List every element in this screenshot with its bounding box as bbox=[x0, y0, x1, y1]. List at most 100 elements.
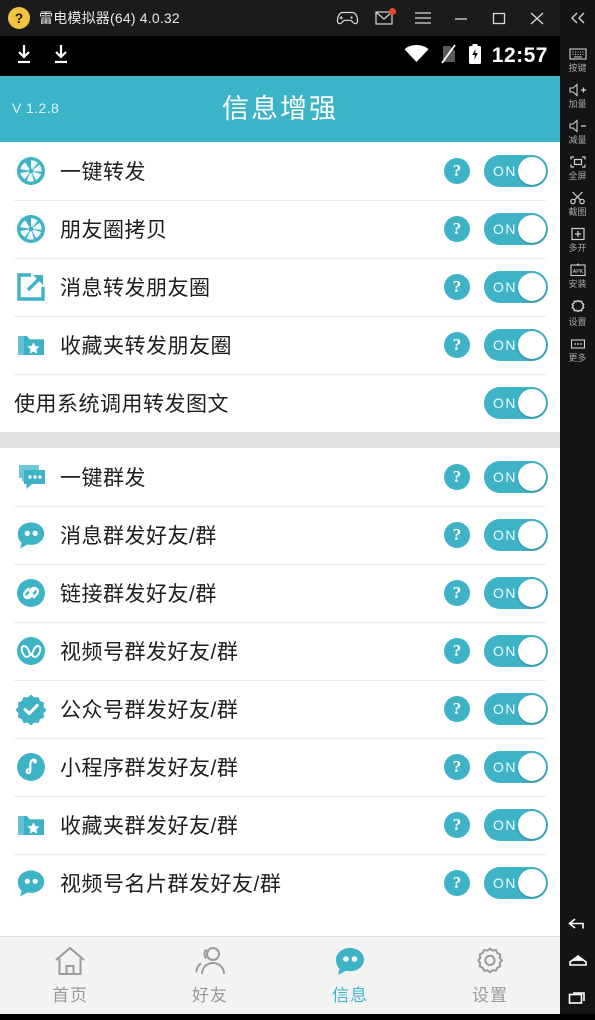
toggle-state-label: ON bbox=[493, 527, 517, 543]
menu-icon[interactable] bbox=[404, 3, 442, 33]
app-logo-icon bbox=[8, 7, 30, 29]
help-icon[interactable]: ? bbox=[444, 522, 470, 548]
close-icon[interactable] bbox=[518, 3, 556, 33]
sidebar-item-volume-down[interactable]: 减量 bbox=[560, 114, 595, 150]
toggle-switch[interactable]: ON bbox=[484, 867, 548, 899]
help-icon[interactable]: ? bbox=[444, 638, 470, 664]
keyboard-icon bbox=[568, 48, 587, 60]
aperture-icon bbox=[14, 212, 48, 246]
help-icon[interactable]: ? bbox=[444, 812, 470, 838]
help-icon[interactable]: ? bbox=[444, 754, 470, 780]
sidebar-item-multi-instance[interactable]: 多开 bbox=[560, 222, 595, 258]
sidebar-label-multi-instance: 多开 bbox=[568, 243, 587, 253]
help-icon[interactable]: ? bbox=[444, 580, 470, 606]
settings-row[interactable]: 收藏夹群发好友/群? ON bbox=[0, 796, 560, 854]
gamepad-icon[interactable] bbox=[328, 3, 366, 33]
toggle-knob bbox=[518, 869, 546, 897]
tab-home[interactable]: 首页 bbox=[0, 937, 140, 1014]
help-icon[interactable]: ? bbox=[444, 274, 470, 300]
sidebar-item-install[interactable]: APK 安装 bbox=[560, 258, 595, 294]
tab-settings[interactable]: 设置 bbox=[420, 937, 560, 1014]
sidebar-label-volume-down: 减量 bbox=[568, 135, 587, 145]
sidebar-item-screenshot[interactable]: 截图 bbox=[560, 186, 595, 222]
battery-charging-icon bbox=[468, 43, 482, 70]
app-header: V 1.2.8 信息增强 bbox=[0, 76, 560, 142]
toggle-knob bbox=[518, 811, 546, 839]
tab-message[interactable]: 信息 bbox=[280, 937, 420, 1014]
sidebar-item-settings[interactable]: 设置 bbox=[560, 294, 595, 332]
settings-row-label: 朋友圈拷贝 bbox=[60, 219, 168, 242]
toggle-switch[interactable]: ON bbox=[484, 271, 548, 303]
mail-icon[interactable] bbox=[366, 3, 404, 33]
minimize-icon[interactable] bbox=[442, 3, 480, 33]
settings-row-label: 消息转发朋友圈 bbox=[60, 277, 211, 300]
sidebar-item-volume-up[interactable]: 加量 bbox=[560, 78, 595, 114]
toggle-switch[interactable]: ON bbox=[484, 519, 548, 551]
toggle-switch[interactable]: ON bbox=[484, 693, 548, 725]
settings-row[interactable]: 视频号群发好友/群? ON bbox=[0, 622, 560, 680]
settings-row-label: 公众号群发好友/群 bbox=[60, 699, 239, 722]
settings-row[interactable]: 收藏夹转发朋友圈? ON bbox=[0, 316, 560, 374]
settings-row[interactable]: 链接群发好友/群? ON bbox=[0, 564, 560, 622]
toggle-knob bbox=[518, 753, 546, 781]
help-icon[interactable]: ? bbox=[444, 332, 470, 358]
help-icon[interactable]: ? bbox=[444, 464, 470, 490]
sidebar-label-install: 安装 bbox=[568, 279, 587, 289]
toggle-switch[interactable]: ON bbox=[484, 577, 548, 609]
sidebar-item-fullscreen[interactable]: 全屏 bbox=[560, 150, 595, 186]
sidebar-label-fullscreen: 全屏 bbox=[568, 171, 587, 181]
multi-instance-icon bbox=[570, 227, 585, 241]
settings-row[interactable]: 视频号名片群发好友/群? ON bbox=[0, 854, 560, 912]
bottom-tab-bar: 首页 好友 信息 设置 bbox=[0, 936, 560, 1014]
collapse-sidebar-button[interactable] bbox=[560, 0, 595, 36]
gear-icon bbox=[570, 299, 585, 313]
volume-up-icon bbox=[568, 83, 586, 97]
toggle-switch[interactable]: ON bbox=[484, 809, 548, 841]
toggle-state-label: ON bbox=[493, 279, 517, 295]
home-nav-icon[interactable] bbox=[567, 954, 589, 973]
toggle-switch[interactable]: ON bbox=[484, 329, 548, 361]
toggle-switch[interactable]: ON bbox=[484, 635, 548, 667]
help-icon[interactable]: ? bbox=[444, 870, 470, 896]
apk-install-icon: APK bbox=[569, 263, 586, 277]
toggle-state-label: ON bbox=[493, 469, 517, 485]
download-icon bbox=[14, 43, 34, 70]
channels-icon bbox=[14, 634, 48, 668]
volume-down-icon bbox=[568, 119, 586, 133]
message-icon bbox=[336, 948, 364, 975]
chat-stack-icon bbox=[14, 460, 48, 494]
sidebar-label-settings: 设置 bbox=[568, 317, 587, 327]
settings-row[interactable]: 消息群发好友/群? ON bbox=[0, 506, 560, 564]
tab-friends-label: 好友 bbox=[192, 986, 228, 1005]
settings-row[interactable]: 消息转发朋友圈? ON bbox=[0, 258, 560, 316]
sidebar-item-more[interactable]: 更多 bbox=[560, 332, 595, 368]
toggle-state-label: ON bbox=[493, 163, 517, 179]
toggle-knob bbox=[518, 331, 546, 359]
settings-row[interactable]: 使用系统调用转发图文?ON bbox=[0, 374, 560, 432]
toggle-state-label: ON bbox=[493, 817, 517, 833]
wifi-icon bbox=[403, 44, 430, 69]
help-icon[interactable]: ? bbox=[444, 158, 470, 184]
settings-row[interactable]: 一键群发? ON bbox=[0, 448, 560, 506]
toggle-switch[interactable]: ON bbox=[484, 751, 548, 783]
toggle-switch[interactable]: ON bbox=[484, 461, 548, 493]
help-icon[interactable]: ? bbox=[444, 696, 470, 722]
sidebar-item-keyboard[interactable]: 按键 bbox=[560, 42, 595, 78]
toggle-state-label: ON bbox=[493, 759, 517, 775]
toggle-switch[interactable]: ON bbox=[484, 213, 548, 245]
toggle-switch[interactable]: ON bbox=[484, 155, 548, 187]
toggle-switch[interactable]: ON bbox=[484, 387, 548, 419]
gear-icon bbox=[476, 947, 504, 974]
scissors-icon bbox=[569, 191, 585, 205]
settings-row[interactable]: 小程序群发好友/群? ON bbox=[0, 738, 560, 796]
back-icon[interactable] bbox=[567, 917, 589, 936]
tab-friends[interactable]: 好友 bbox=[140, 937, 280, 1014]
recents-icon[interactable] bbox=[567, 991, 589, 1010]
settings-row[interactable]: 一键转发? ON bbox=[0, 142, 560, 200]
settings-row[interactable]: 公众号群发好友/群? ON bbox=[0, 680, 560, 738]
maximize-icon[interactable] bbox=[480, 3, 518, 33]
settings-scroll-area[interactable]: 一键转发? ON 朋友圈拷贝? ON 消息转发朋友圈? ON 收藏夹转发朋友圈? ON 使用系统… bbox=[0, 142, 560, 936]
help-icon[interactable]: ? bbox=[444, 216, 470, 242]
settings-row[interactable]: 朋友圈拷贝? ON bbox=[0, 200, 560, 258]
sidebar-label-screenshot: 截图 bbox=[568, 207, 587, 217]
